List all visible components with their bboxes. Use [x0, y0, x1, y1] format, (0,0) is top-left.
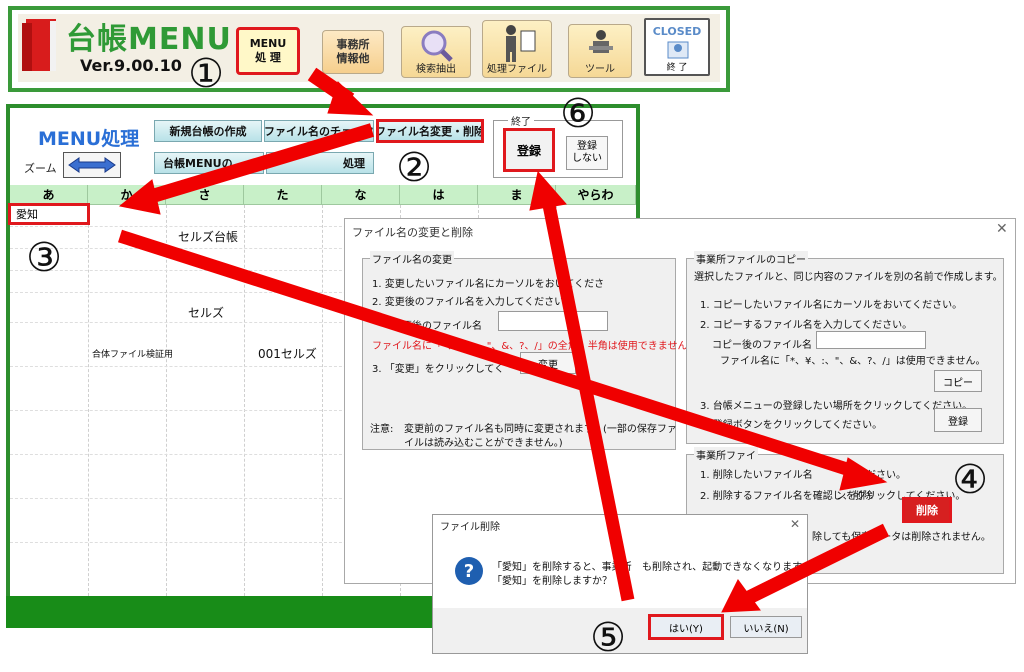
- rename-legend: ファイル名の変更: [370, 251, 454, 266]
- ledger-cell-seruzu-ledger[interactable]: セルズ台帳: [178, 228, 238, 245]
- ledger-menu-button[interactable]: 台帳MENUの: [154, 152, 264, 174]
- tools-button[interactable]: ツール: [568, 24, 632, 78]
- step-2-marker: ②: [396, 145, 432, 191]
- delete-legend: 事業所ファイ: [694, 447, 758, 462]
- person-with-book-icon: [506, 25, 536, 62]
- copy-name-label: コピー後のファイル名: [712, 340, 812, 351]
- kana-col-ka[interactable]: か: [88, 185, 166, 205]
- new-name-label: 変更後のファイル名: [392, 321, 482, 332]
- change-button[interactable]: 変更: [520, 352, 576, 374]
- tools-label: ツール: [585, 64, 615, 75]
- menu-panel-title: MENU処理: [38, 128, 140, 150]
- end-group-label: 終了: [508, 113, 534, 128]
- zoom-control[interactable]: [63, 152, 121, 178]
- closed-sub-label: 終 了: [666, 63, 688, 73]
- kana-col-a[interactable]: あ: [10, 185, 88, 205]
- file-rename-delete-button[interactable]: ファイル名変更・削除: [376, 119, 484, 143]
- office-info-button[interactable]: 事務所 情報他: [322, 30, 384, 74]
- rename-step2: 2. 変更後のファイル名を入力してください。: [372, 297, 575, 308]
- new-ledger-button[interactable]: 新規台帳の作成: [154, 120, 262, 142]
- close-icon[interactable]: ✕: [790, 517, 800, 531]
- zoom-arrows-icon: [68, 157, 116, 173]
- step-5-marker: ⑤: [590, 615, 626, 661]
- copy-step4: 4. 登録ボタンをクリックしてください。: [700, 420, 883, 431]
- confirm-message-1: 「愛知」を削除すると、事業所: [492, 562, 632, 573]
- rename-step3: 3. 「変更」をクリックしてく: [372, 364, 505, 375]
- grid-line: [88, 205, 89, 596]
- kana-col-ta[interactable]: た: [244, 185, 322, 205]
- copy-step2: 2. コピーするファイル名を入力してください。: [700, 320, 913, 331]
- question-icon: ?: [455, 557, 483, 585]
- grid-line: [166, 205, 167, 596]
- kana-col-ma[interactable]: ま: [478, 185, 556, 205]
- search-extract-button[interactable]: 検索抽出: [401, 26, 471, 78]
- step-3-marker: ③: [26, 235, 62, 281]
- zoom-label: ズーム: [24, 162, 57, 175]
- note-text: 変更前のファイル名も同時に変更されます。(一部の保存ファ: [404, 424, 677, 435]
- processing-button[interactable]: 処理: [266, 152, 374, 174]
- delete-step1: 1. 削除したいファイル名: [700, 470, 813, 481]
- ledger-cell-seruzu[interactable]: セルズ: [188, 304, 224, 321]
- close-icon[interactable]: ✕: [996, 221, 1008, 237]
- ledger-file-button[interactable]: 処理ファイル: [482, 20, 552, 78]
- kana-col-na[interactable]: な: [322, 185, 400, 205]
- copy-name-input[interactable]: [816, 331, 926, 349]
- yes-button[interactable]: はい(Y): [648, 614, 724, 640]
- copy-button[interactable]: コピー: [934, 370, 982, 392]
- kana-col-sa[interactable]: さ: [166, 185, 244, 205]
- rename-dialog-title: ファイル名の変更と削除: [352, 226, 473, 239]
- ledger-cell-aichi[interactable]: 愛知: [8, 203, 90, 225]
- rename-warning: ファイル名に「*、¥、:、"、&、?、/」の全角、半角は使用できません。: [372, 341, 698, 352]
- step-1-marker: ①: [188, 51, 224, 97]
- copy-legend: 事業所ファイルのコピー: [694, 251, 808, 266]
- note-label: 注意:: [370, 424, 394, 435]
- grid-line: [244, 205, 245, 596]
- rename-step1: 1. 変更したいファイル名にカーソルをおいてくださ: [372, 279, 605, 290]
- grid-line: [322, 205, 323, 596]
- confirm-dialog-title: ファイル削除: [440, 522, 500, 533]
- no-register-button[interactable]: 登録 しない: [566, 136, 608, 170]
- kana-col-yarawa[interactable]: やらわ: [556, 185, 636, 205]
- kana-header-row: あ か さ た な は ま やらわ: [10, 185, 636, 205]
- file-name-check-button[interactable]: ファイル名のチェック: [264, 120, 374, 142]
- copy-intro: 選択したファイルと、同じ内容のファイルを別の名前で作成します。: [694, 272, 1003, 283]
- tools-icon: [589, 30, 613, 53]
- closed-exit-button[interactable]: CLOSED 終 了: [644, 18, 710, 76]
- delete-note-tail: 除しても保存データは削除されません。: [812, 532, 991, 543]
- copy-warning: ファイル名に「*、¥、:、"、&、?、/」は使用できません。: [720, 356, 986, 367]
- copy-register-button[interactable]: 登録: [934, 408, 982, 432]
- ledger-cell-combined[interactable]: 合体ファイル検証用: [92, 347, 173, 360]
- copy-step1: 1. コピーしたいファイル名にカーソルをおいてください。: [700, 300, 963, 311]
- ledger-file-label: 処理ファイル: [487, 64, 547, 75]
- exit-icon: [667, 41, 689, 59]
- ledger-book-icon: [22, 19, 56, 71]
- delete-button[interactable]: 削除: [902, 497, 952, 523]
- svg-text:?: ?: [464, 561, 474, 582]
- register-button[interactable]: 登録: [503, 128, 555, 172]
- step-6-marker: ⑥: [560, 91, 596, 137]
- magnifier-icon: [421, 30, 453, 62]
- delete-step1-tail: ください。: [856, 470, 906, 481]
- new-name-input[interactable]: [498, 311, 608, 331]
- no-button[interactable]: いいえ(N): [730, 616, 802, 638]
- search-extract-label: 検索抽出: [416, 64, 456, 75]
- ledger-cell-seruzu-001[interactable]: 001セルズ: [258, 345, 317, 362]
- copy-step3: 3. 台帳メニューの登録したい場所をクリックしてください。: [700, 401, 973, 412]
- step-4-marker: ④: [952, 457, 988, 503]
- menu-process-button[interactable]: MENU 処 理: [236, 27, 300, 75]
- confirm-message-2: 「愛知」を削除しますか？: [492, 576, 612, 587]
- confirm-message-1-tail: も削除され、起動できなくなります。: [642, 562, 812, 573]
- note-text-2: イルは読み込むことができません。): [404, 438, 563, 449]
- app-version: Ver.9.00.10: [80, 56, 182, 75]
- closed-label: CLOSED: [652, 25, 702, 38]
